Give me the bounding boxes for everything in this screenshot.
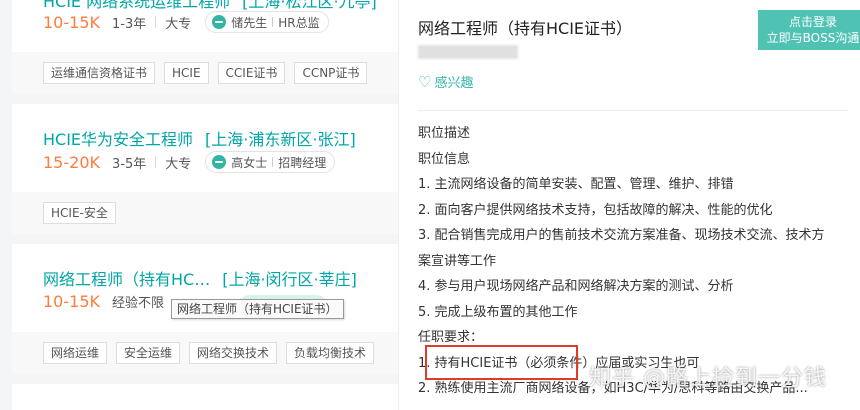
job-search-page: HCIE 网络系统运维工程师 [上海·松江区·九亭] 10-15K 1-3年 大专… xyxy=(0,0,860,410)
job-card[interactable]: HCIE华为安全工程师 [上海·浦东新区·张江] 15-20K 3-5年 大专 高… xyxy=(12,104,398,192)
job-tags-bar: HCIE-安全 xyxy=(12,192,398,234)
login-chat-button[interactable]: 点击登录 立即与BOSS沟通 xyxy=(758,10,860,50)
heart-icon: ♡ xyxy=(418,72,432,91)
job-meta: 15-20K 3-5年 大专 高女士 招聘经理 xyxy=(43,151,336,173)
job-title[interactable]: HCIE华为安全工程师 xyxy=(43,130,193,149)
job-meta: 10-15K 经验不限 xyxy=(43,292,164,311)
job-tags-bar: 网络运维 安全运维 网络交换技术 负载均衡技术 xyxy=(12,332,398,374)
job-card[interactable] xyxy=(12,384,398,410)
description-line: 3. 配合销售完成用户的售前技术交流方案准备、现场技术交流、技术方 xyxy=(418,228,825,243)
section-heading: 职位信息 xyxy=(418,151,471,167)
section-heading: 职位描述 xyxy=(418,126,471,141)
highlight-box xyxy=(425,345,578,380)
job-tags: 运维通信资格证书 HCIE CCIE证书 CCNP证书 xyxy=(43,62,376,84)
skill-tag: 运维通信资格证书 xyxy=(43,62,156,84)
job-experience: 1-3年 xyxy=(111,16,147,32)
divider xyxy=(272,17,274,27)
job-salary: 15-20K xyxy=(43,152,100,172)
recruiter-role: 招聘经理 xyxy=(278,155,327,170)
description-line: 4. 参与用户现场网络产品和网络解决方案的测试、分析 xyxy=(418,279,734,294)
recruiter-name: 高女士 xyxy=(231,155,268,170)
divider xyxy=(272,157,274,167)
skill-tag: HCIE-安全 xyxy=(43,202,116,224)
job-salary: 10-15K xyxy=(43,12,100,32)
job-title[interactable]: 网络工程师（持有HC… xyxy=(43,270,210,289)
job-meta: 10-15K 1-3年 大专 储先生 HR总监 xyxy=(43,11,329,33)
job-experience: 3-5年 xyxy=(111,156,147,172)
skill-tag: 安全运维 xyxy=(116,342,181,364)
job-card[interactable]: HCIE 网络系统运维工程师 [上海·松江区·九亭] 10-15K 1-3年 大专… xyxy=(12,0,398,52)
divider xyxy=(418,110,848,111)
job-tags: HCIE-安全 xyxy=(43,202,125,224)
company-info-blurred xyxy=(418,45,518,59)
job-location: [上海·松江区·九亭] xyxy=(242,0,377,11)
login-label: 点击登录 xyxy=(788,15,837,29)
job-detail-panel: 网络工程师（持有HCIE证书） ♡ 感兴趣 点击登录 立即与BOSS沟通 职位描… xyxy=(398,0,860,410)
job-education: 大专 xyxy=(165,16,192,32)
recruiter-badge[interactable]: 高女士 招聘经理 xyxy=(205,151,336,173)
job-tags-bar: 运维通信资格证书 HCIE CCIE证书 CCNP证书 xyxy=(12,52,398,94)
job-list: HCIE 网络系统运维工程师 [上海·松江区·九亭] 10-15K 1-3年 大专… xyxy=(12,0,398,410)
detail-title: 网络工程师（持有HCIE证书） xyxy=(418,19,633,38)
job-title[interactable]: HCIE 网络系统运维工程师 xyxy=(43,0,230,11)
job-tags: 网络运维 安全运维 网络交换技术 负载均衡技术 xyxy=(43,342,383,364)
skill-tag: CCIE证书 xyxy=(217,62,286,84)
recruiter-badge[interactable]: 储先生 HR总监 xyxy=(205,11,329,33)
chat-icon xyxy=(212,155,227,169)
description-line: 2. 面向客户提供网络技术支持，包括故障的解决、性能的优化 xyxy=(418,202,773,218)
job-salary: 10-15K xyxy=(43,292,100,311)
interest-label: 感兴趣 xyxy=(434,76,474,91)
recruiter-role: HR总监 xyxy=(278,15,320,30)
job-experience: 经验不限 xyxy=(111,296,164,311)
login-sublabel: 立即与BOSS沟通 xyxy=(766,31,860,45)
skill-tag: 网络运维 xyxy=(43,342,108,364)
job-location: [上海·闵行区·莘庄] xyxy=(222,270,357,289)
watermark: 知乎 @路上捡到一分钱 xyxy=(589,366,827,391)
description-line: 案宣讲等工作 xyxy=(418,253,497,269)
description-line: 1. 主流网络设备的简单安装、配置、管理、维护、排错 xyxy=(418,177,734,192)
title-tooltip: 网络工程师（持有HCIE证书） xyxy=(171,299,344,319)
skill-tag: HCIE xyxy=(164,62,209,84)
divider xyxy=(155,16,157,28)
chat-icon xyxy=(212,15,227,29)
recruiter-name: 储先生 xyxy=(231,15,268,30)
job-title-link[interactable]: HCIE华为安全工程师 [上海·浦东新区·张江] xyxy=(43,126,356,150)
job-education: 大专 xyxy=(165,156,192,172)
skill-tag: CCNP证书 xyxy=(294,62,368,84)
description-line: 5. 完成上级布置的其他工作 xyxy=(418,304,578,320)
job-title-link[interactable]: 网络工程师（持有HC… [上海·闵行区·莘庄] xyxy=(43,266,357,290)
skill-tag: 负载均衡技术 xyxy=(286,342,375,364)
skill-tag: 网络交换技术 xyxy=(189,342,278,364)
divider xyxy=(155,156,157,168)
job-location: [上海·浦东新区·张江] xyxy=(205,130,356,149)
interest-button[interactable]: ♡ 感兴趣 xyxy=(418,72,474,92)
